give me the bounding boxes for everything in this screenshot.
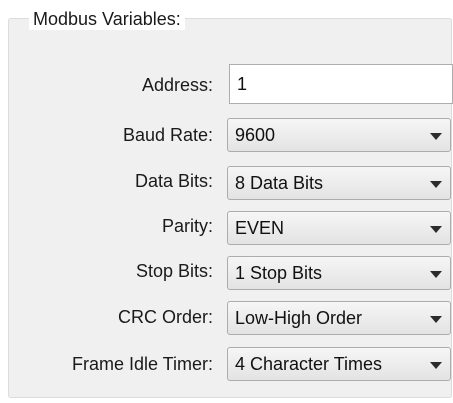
group-title: Modbus Variables: (29, 8, 185, 30)
baud-rate-label: Baud Rate: (122, 125, 213, 145)
baud-rate-value: 9600 (235, 125, 276, 145)
stop-bits-select[interactable]: 1 Stop Bits (227, 256, 451, 290)
data-bits-select[interactable]: 8 Data Bits (227, 166, 451, 200)
chevron-down-icon (430, 181, 442, 188)
data-bits-label: Data Bits: (134, 171, 213, 191)
stop-bits-value: 1 Stop Bits (235, 263, 323, 283)
data-bits-value: 8 Data Bits (235, 173, 324, 193)
frame-idle-timer-value: 4 Character Times (235, 354, 383, 374)
address-input[interactable]: 1 (229, 64, 453, 104)
crc-order-value: Low-High Order (235, 308, 363, 328)
chevron-down-icon (430, 226, 442, 233)
parity-label: Parity: (161, 216, 213, 236)
chevron-down-icon (430, 271, 442, 278)
modbus-settings-panel: Address: 1 Baud Rate: 9600 Data Bits: 8 … (0, 0, 453, 403)
stop-bits-label: Stop Bits: (135, 261, 213, 281)
modbus-variables-groupbox: Address: 1 Baud Rate: 9600 Data Bits: 8 … (8, 18, 453, 398)
address-label: Address: (141, 75, 213, 95)
frame-idle-timer-label: Frame Idle Timer: (71, 354, 213, 374)
chevron-down-icon (430, 316, 442, 323)
parity-select[interactable]: EVEN (227, 211, 451, 245)
chevron-down-icon (430, 362, 442, 369)
frame-idle-timer-select[interactable]: 4 Character Times (227, 347, 451, 381)
baud-rate-select[interactable]: 9600 (227, 118, 451, 152)
chevron-down-icon (430, 133, 442, 140)
crc-order-label: CRC Order: (117, 307, 213, 327)
parity-value: EVEN (235, 218, 285, 238)
crc-order-select[interactable]: Low-High Order (227, 301, 451, 335)
